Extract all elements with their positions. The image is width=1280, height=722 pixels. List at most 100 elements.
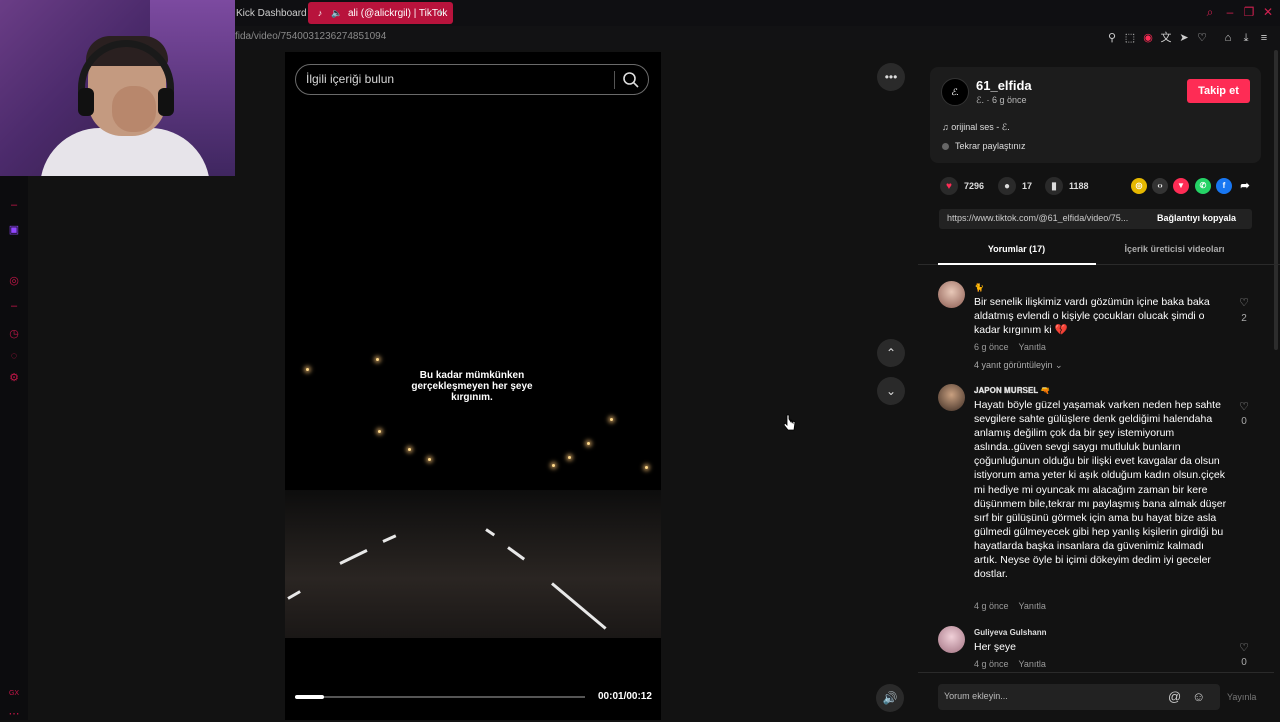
video-time: 00:01/00:12 bbox=[598, 691, 652, 702]
search-icon[interactable]: ⌕ bbox=[1202, 4, 1218, 20]
heart-icon[interactable]: ♡ bbox=[1194, 30, 1210, 46]
repost-icon bbox=[942, 143, 949, 150]
street-light bbox=[306, 368, 309, 371]
video-link[interactable]: https://www.tiktok.com/@61_elfida/video/… bbox=[947, 213, 1152, 223]
comment-username[interactable]: 𝐉𝐀𝐏𝐎𝐍 𝐌𝐔𝐑𝐒𝐄𝐋 🔫 bbox=[974, 386, 1050, 396]
extension-icon[interactable]: ◉ bbox=[1140, 30, 1156, 46]
avatar[interactable] bbox=[938, 281, 965, 308]
more-options-button[interactable]: ••• bbox=[877, 63, 905, 91]
clock-icon[interactable]: ◷ bbox=[6, 326, 22, 342]
emoji-icon[interactable]: ☺ bbox=[1192, 689, 1205, 704]
comment-like-count: 0 bbox=[1241, 416, 1247, 427]
copy-link-box[interactable]: https://www.tiktok.com/@61_elfida/video/… bbox=[939, 209, 1252, 229]
comment-meta: 6 g önce Yanıtla bbox=[974, 342, 1046, 352]
minimize-icon[interactable]: – bbox=[1222, 4, 1238, 20]
reply-button[interactable]: Yanıtla bbox=[1019, 342, 1046, 352]
volume-button[interactable]: 🔊 bbox=[876, 684, 904, 712]
download-icon[interactable]: ⤓ bbox=[1238, 30, 1254, 46]
heart-icon: ♥ bbox=[940, 177, 958, 195]
tab-label: Kick Dashboard bbox=[236, 7, 307, 19]
active-tab-indicator bbox=[938, 263, 1096, 265]
street-light bbox=[587, 442, 590, 445]
comment-time: 4 g önce bbox=[974, 601, 1009, 611]
save-stat[interactable]: ▮ 1188 bbox=[1045, 177, 1089, 195]
tiktok-icon: ♪ bbox=[317, 8, 323, 18]
heart-outline-icon[interactable]: ♡ bbox=[1236, 641, 1252, 654]
speaker-icon: 🔈 bbox=[331, 7, 343, 18]
comment-input[interactable]: Yorum ekleyin... bbox=[944, 691, 1008, 701]
avatar[interactable] bbox=[938, 384, 965, 411]
video-search-bar[interactable]: İlgili içeriği bulun bbox=[295, 64, 649, 95]
comment-like-count: 0 bbox=[1241, 657, 1247, 668]
music-link[interactable]: ♫ orijinal ses - ℰ. bbox=[942, 122, 1010, 133]
scrollbar[interactable] bbox=[1274, 50, 1278, 350]
comment-meta: 4 g önce Yanıtla bbox=[974, 659, 1046, 669]
coin-share-icon[interactable]: ◎ bbox=[1131, 178, 1147, 194]
comment-count: 17 bbox=[1022, 181, 1033, 191]
view-replies-button[interactable]: 4 yanıt görüntüleyin ⌄ bbox=[974, 360, 1063, 371]
street-light bbox=[428, 458, 431, 461]
comment-input-box[interactable]: Yorum ekleyin... @ ☺ bbox=[938, 684, 1220, 710]
chat-icon[interactable]: ◌ bbox=[6, 348, 22, 364]
tab-creator-videos[interactable]: İçerik üreticisi videoları bbox=[1096, 244, 1253, 254]
like-stat[interactable]: ♥ 7296 bbox=[940, 177, 984, 195]
whatsapp-icon[interactable]: ✆ bbox=[1195, 178, 1211, 194]
new-tab-button[interactable]: + bbox=[437, 5, 444, 19]
author-username[interactable]: 61_elfida bbox=[976, 78, 1032, 93]
send-icon[interactable]: ➤ bbox=[1176, 30, 1192, 46]
close-icon[interactable]: ✕ bbox=[1260, 4, 1276, 20]
reply-button[interactable]: Yanıtla bbox=[1019, 659, 1046, 669]
heart-outline-icon[interactable]: ♡ bbox=[1236, 296, 1252, 309]
twitch-icon[interactable]: ▣ bbox=[6, 222, 22, 238]
headset-ear-left bbox=[78, 88, 94, 116]
comment-time: 4 g önce bbox=[974, 659, 1009, 669]
street-light bbox=[568, 456, 571, 459]
comment-username[interactable]: Guliyeva Gulshann bbox=[974, 628, 1046, 637]
headset-ear-right bbox=[158, 88, 174, 116]
author-meta: ℰ. · 6 g önce bbox=[976, 95, 1027, 105]
restore-icon[interactable]: ❐ bbox=[1241, 4, 1257, 20]
screenshot-icon[interactable]: ⬚ bbox=[1122, 30, 1138, 46]
send-share-icon[interactable]: ▼ bbox=[1173, 178, 1189, 194]
author-avatar[interactable]: ℰ. bbox=[941, 78, 969, 106]
embed-icon[interactable]: ‹› bbox=[1152, 178, 1168, 194]
post-button[interactable]: Yayınla bbox=[1227, 692, 1256, 702]
comment-username[interactable]: 🐈 bbox=[974, 283, 984, 292]
comment-text: Bir senelik ilişkimiz vardı gözümün için… bbox=[974, 296, 1210, 337]
tab-comments[interactable]: Yorumlar (17) bbox=[938, 244, 1095, 254]
gx-icon[interactable]: GX bbox=[6, 686, 22, 702]
facebook-icon[interactable]: f bbox=[1216, 178, 1232, 194]
reply-button[interactable]: Yanıtla bbox=[1019, 601, 1046, 611]
avatar[interactable] bbox=[938, 626, 965, 653]
comment-time: 6 g önce bbox=[974, 342, 1009, 352]
progress-fill[interactable] bbox=[295, 695, 324, 699]
comment-stat[interactable]: ● 17 bbox=[998, 177, 1032, 195]
comment-text: Hayatı böyle güzel yaşamak varken neden … bbox=[974, 399, 1227, 581]
sidebar-divider: – bbox=[10, 199, 18, 211]
url-text[interactable]: fida/video/7540031236274851094 bbox=[235, 31, 386, 42]
webcam-overlay bbox=[0, 0, 235, 176]
copy-link-button[interactable]: Bağlantıyı kopyala bbox=[1157, 213, 1236, 223]
previous-video-button[interactable]: ⌃ bbox=[877, 339, 905, 367]
search-input[interactable]: İlgili içeriği bulun bbox=[306, 72, 394, 86]
follow-button[interactable]: Takip et bbox=[1187, 79, 1250, 103]
mention-icon[interactable]: @ bbox=[1168, 689, 1181, 704]
share-more-icon[interactable]: ➦ bbox=[1237, 178, 1253, 194]
search-icon[interactable] bbox=[622, 71, 640, 89]
tab-kick-dashboard[interactable]: Kick Dashboard bbox=[230, 2, 313, 24]
next-video-button[interactable]: ⌄ bbox=[877, 377, 905, 405]
street-light bbox=[645, 466, 648, 469]
heart-outline-icon[interactable]: ♡ bbox=[1236, 400, 1252, 413]
repost-label: Tekrar paylaştınız bbox=[955, 141, 1026, 151]
progress-track[interactable] bbox=[295, 696, 585, 698]
translate-icon[interactable]: 文 bbox=[1158, 30, 1174, 46]
play-icon[interactable]: ◎ bbox=[6, 273, 22, 289]
settings-icon[interactable]: ⚙ bbox=[6, 370, 22, 386]
bookmark-icon: ▮ bbox=[1045, 177, 1063, 195]
street-light bbox=[552, 464, 555, 467]
menu-icon[interactable]: ≡ bbox=[1256, 30, 1272, 46]
wallet-icon[interactable]: ⌂ bbox=[1220, 30, 1236, 46]
tab-tiktok[interactable]: ♪ 🔈 ali (@alickrgil) | TikTok bbox=[308, 2, 454, 24]
pin-icon[interactable]: ⚲ bbox=[1104, 30, 1120, 46]
comment-icon: ● bbox=[998, 177, 1016, 195]
